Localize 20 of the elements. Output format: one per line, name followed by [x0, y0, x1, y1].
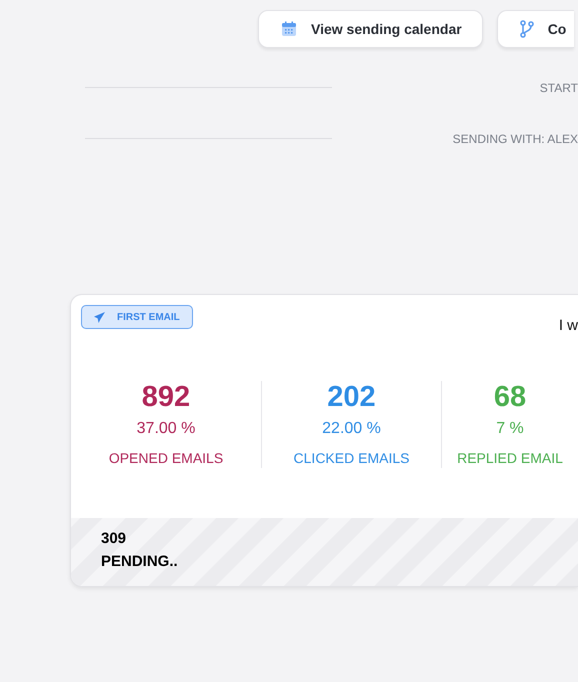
info-label: START — [540, 80, 578, 94]
stat-percent: 22.00 % — [322, 420, 381, 438]
step-badge-label: FIRST EMAIL — [117, 312, 180, 322]
info-label: SENDING WITH: ALEX — [452, 132, 578, 146]
pending-count: 309 — [101, 530, 128, 547]
step-header-text: I w — [558, 317, 578, 334]
stat-value: 68 — [494, 381, 526, 414]
pending-label: PENDING.. — [101, 553, 179, 570]
stat-percent: 37.00 % — [136, 420, 196, 438]
send-icon — [94, 312, 105, 322]
stat-label: REPLIED EMAIL — [457, 450, 563, 466]
stat-value: 892 — [142, 381, 190, 414]
calendar-button[interactable]: View sending calendar — [258, 10, 483, 48]
calendar-icon — [281, 21, 297, 37]
stat-label: CLICKED EMAILS — [294, 450, 410, 466]
workflow-button[interactable]: Co — [496, 10, 574, 48]
branch-icon — [520, 20, 534, 38]
stat-percent: 7 % — [496, 420, 524, 438]
stat-label: OPENED EMAILS — [108, 450, 224, 466]
stat-value: 202 — [327, 381, 376, 414]
